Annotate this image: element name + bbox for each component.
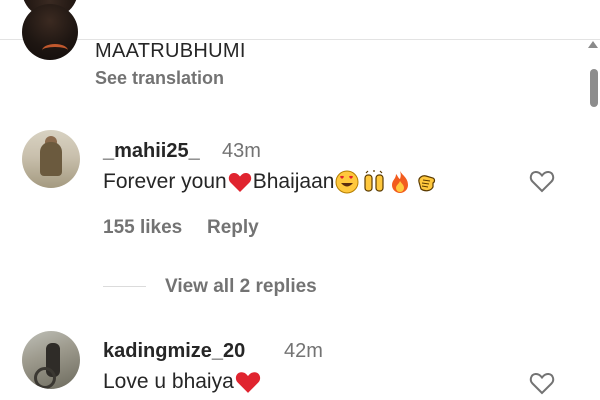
like-heart-icon[interactable]	[529, 370, 555, 396]
comment-username[interactable]: kadingmize_20	[103, 340, 245, 363]
comment-text: Forever youn Bhaijaan	[103, 170, 438, 194]
like-heart-icon[interactable]	[529, 168, 555, 194]
red-heart-icon	[235, 372, 260, 393]
comment-text-part: Forever youn	[103, 170, 227, 193]
comment-username[interactable]: _mahii25_	[103, 140, 200, 163]
divider	[0, 39, 600, 40]
fire-icon	[392, 171, 409, 193]
avatar[interactable]	[22, 331, 80, 389]
see-translation-link[interactable]: See translation	[95, 68, 224, 89]
comment-text-part: Love u bhaiya	[103, 370, 234, 393]
reply-button[interactable]: Reply	[207, 217, 259, 239]
avatar[interactable]	[22, 4, 78, 60]
red-heart-icon	[228, 172, 251, 192]
comment-time: 43m	[222, 140, 261, 162]
heart-eyes-face-icon	[335, 170, 359, 194]
view-replies-button[interactable]: View all 2 replies	[165, 276, 317, 298]
post-caption: MAATRUBHUMI	[95, 40, 246, 62]
comment-time: 42m	[284, 340, 323, 362]
comment-text: Love u bhaiya	[103, 370, 261, 394]
scroll-up-arrow-icon[interactable]	[588, 41, 598, 48]
scrollbar-thumb[interactable]	[590, 69, 598, 107]
divider	[103, 286, 146, 287]
likes-count[interactable]: 155 likes	[103, 217, 182, 239]
clapping-hands-icon	[418, 175, 436, 192]
raised-hands-icon	[364, 170, 385, 192]
avatar[interactable]	[22, 130, 80, 188]
comment-text-part: Bhaijaan	[252, 170, 335, 193]
